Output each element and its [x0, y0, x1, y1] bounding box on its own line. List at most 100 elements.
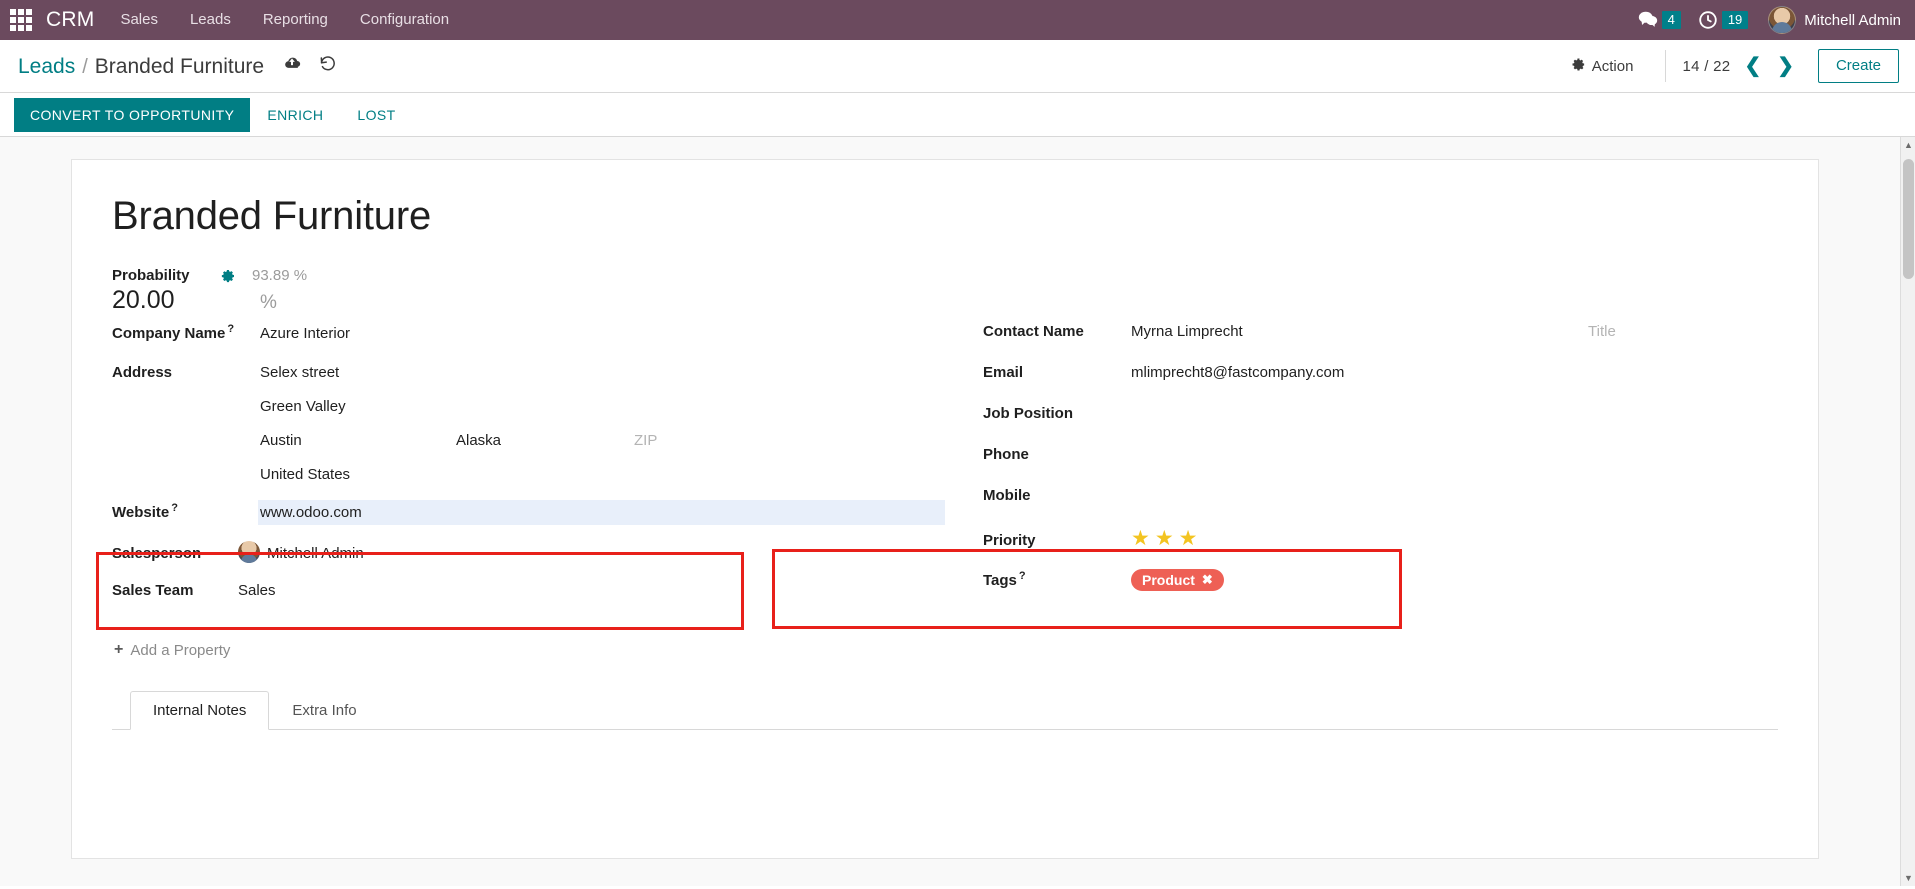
form-column-left: Company Name? Azure Interior Address Sel… [112, 323, 945, 659]
breadcrumb-actions [282, 53, 337, 73]
email-value[interactable]: mlimprecht8@fastcompany.com [1131, 364, 1778, 381]
address-state[interactable]: Alaska [456, 432, 634, 466]
field-address: Address Selex street Green Valley Austin… [112, 364, 945, 500]
action-button-label: Action [1591, 57, 1634, 75]
field-sales-team: Sales Team Sales [112, 582, 945, 623]
user-name-label: Mitchell Admin [1804, 11, 1901, 29]
contact-name-value[interactable]: Myrna Limprecht [1131, 323, 1588, 340]
tag-label: Product [1142, 572, 1195, 588]
website-input[interactable]: www.odoo.com [258, 500, 945, 525]
tab-internal-notes[interactable]: Internal Notes [130, 691, 270, 730]
clock-icon [1697, 9, 1719, 31]
gear-icon[interactable] [220, 268, 236, 284]
messages-counter[interactable]: 4 [1637, 9, 1681, 31]
help-icon[interactable]: ? [227, 323, 234, 335]
top-navbar: CRM Sales Leads Reporting Configuration … [0, 0, 1915, 40]
probability-value-row: 20.00 % [112, 286, 1778, 315]
add-a-property-button[interactable]: + Add a Property [114, 641, 945, 659]
menu-item-reporting[interactable]: Reporting [247, 0, 344, 40]
address-street2[interactable]: Green Valley [260, 398, 945, 432]
form-columns: Company Name? Azure Interior Address Sel… [112, 323, 1778, 659]
app-brand-crm[interactable]: CRM [42, 8, 104, 32]
convert-to-opportunity-button[interactable]: CONVERT TO OPPORTUNITY [14, 97, 251, 132]
field-company-name: Company Name? Azure Interior [112, 323, 945, 364]
contact-name-label: Contact Name [983, 323, 1084, 340]
priority-stars[interactable]: ★ ★ ★ [1131, 528, 1778, 549]
apps-grid-icon[interactable] [6, 5, 36, 35]
contact-title-placeholder[interactable]: Title [1588, 323, 1778, 340]
scrollbar-thumb[interactable] [1903, 159, 1914, 279]
action-button[interactable]: Action [1555, 52, 1650, 81]
address-zip[interactable]: ZIP [634, 432, 657, 466]
user-menu[interactable]: Mitchell Admin [1764, 6, 1901, 34]
phone-label: Phone [983, 446, 1029, 463]
tags-value[interactable]: Product ✖ [1131, 569, 1778, 591]
field-tags: Tags? Product ✖ [983, 569, 1778, 610]
probability-row: Probability 93.89 % [112, 267, 1778, 284]
systray: 4 19 Mitchell Admin [1637, 6, 1901, 34]
pager: 14 / 22 ❮ ❯ [1682, 56, 1796, 76]
scroll-up-icon[interactable]: ▲ [1901, 137, 1915, 153]
field-website: Website? www.odoo.com [112, 500, 945, 541]
enrich-button[interactable]: ENRICH [250, 98, 340, 132]
form-sheet: Branded Furniture Probability 93.89 % 20… [71, 159, 1819, 859]
address-country[interactable]: United States [260, 466, 945, 500]
user-avatar [1768, 6, 1797, 34]
menu-item-sales[interactable]: Sales [104, 0, 174, 40]
help-icon[interactable]: ? [171, 502, 178, 514]
plus-icon: + [114, 641, 124, 658]
breadcrumb: Leads / Branded Furniture [18, 53, 337, 79]
breadcrumb-item-leads[interactable]: Leads [18, 55, 75, 79]
breadcrumb-item-current: Branded Furniture [94, 55, 265, 78]
job-position-label: Job Position [983, 405, 1073, 422]
control-panel-right: Action 14 / 22 ❮ ❯ Create [1555, 49, 1899, 83]
pager-value: 14 / 22 [1682, 57, 1731, 75]
company-name-label: Company Name? [112, 323, 235, 342]
sales-team-value[interactable]: Sales [238, 582, 945, 599]
tag-chip-product[interactable]: Product ✖ [1131, 569, 1224, 591]
star-icon[interactable]: ★ [1131, 528, 1150, 549]
tab-extra-info[interactable]: Extra Info [269, 691, 379, 730]
company-name-value[interactable]: Azure Interior [260, 325, 945, 342]
star-icon[interactable]: ★ [1155, 528, 1174, 549]
star-icon[interactable]: ★ [1179, 528, 1198, 549]
user-avatar [238, 541, 260, 563]
chevron-left-icon[interactable]: ❮ [1742, 56, 1763, 76]
control-panel: Leads / Branded Furniture Action 14 / 22… [0, 40, 1915, 93]
field-salesperson: Salesperson Mitchell Admin [112, 541, 945, 582]
close-icon[interactable]: ✖ [1202, 572, 1213, 588]
activities-count: 19 [1721, 11, 1749, 29]
probability-percent-symbol: % [260, 292, 277, 313]
priority-value: ★ ★ ★ [1131, 528, 1778, 549]
scroll-down-icon[interactable]: ▼ [1901, 870, 1915, 886]
cloud-upload-icon[interactable] [282, 53, 302, 73]
probability-input[interactable]: 20.00 [112, 286, 260, 315]
field-phone: Phone [983, 446, 1778, 487]
help-icon[interactable]: ? [1019, 570, 1026, 582]
address-city[interactable]: Austin [260, 432, 456, 466]
priority-label: Priority [983, 532, 1036, 549]
address-label: Address [112, 364, 173, 381]
undo-icon[interactable] [318, 54, 337, 73]
menu-item-leads[interactable]: Leads [174, 0, 247, 40]
chevron-right-icon[interactable]: ❯ [1775, 56, 1796, 76]
vertical-scrollbar[interactable]: ▲ ▼ [1900, 137, 1915, 886]
address-value-group: Selex street Green Valley Austin Alaska … [260, 364, 945, 500]
chat-bubble-icon [1637, 9, 1659, 31]
field-job-position: Job Position [983, 405, 1778, 446]
form-statusbar: CONVERT TO OPPORTUNITY ENRICH LOST [0, 93, 1915, 137]
add-a-property-label: Add a Property [130, 641, 231, 659]
sales-team-label: Sales Team [112, 582, 194, 599]
field-contact-name: Contact Name Myrna Limprecht Title [983, 323, 1778, 364]
salesperson-value[interactable]: Mitchell Admin [238, 541, 945, 563]
address-street[interactable]: Selex street [260, 364, 945, 398]
email-label: Email [983, 364, 1024, 381]
website-label: Website? [112, 502, 178, 521]
mobile-label: Mobile [983, 487, 1031, 504]
activities-counter[interactable]: 19 [1697, 9, 1749, 31]
menu-item-configuration[interactable]: Configuration [344, 0, 465, 40]
form-view-background: Branded Furniture Probability 93.89 % 20… [0, 137, 1915, 886]
lost-button[interactable]: LOST [340, 98, 412, 132]
address-city-state-zip-row: Austin Alaska ZIP [260, 432, 945, 466]
create-button[interactable]: Create [1817, 49, 1899, 83]
